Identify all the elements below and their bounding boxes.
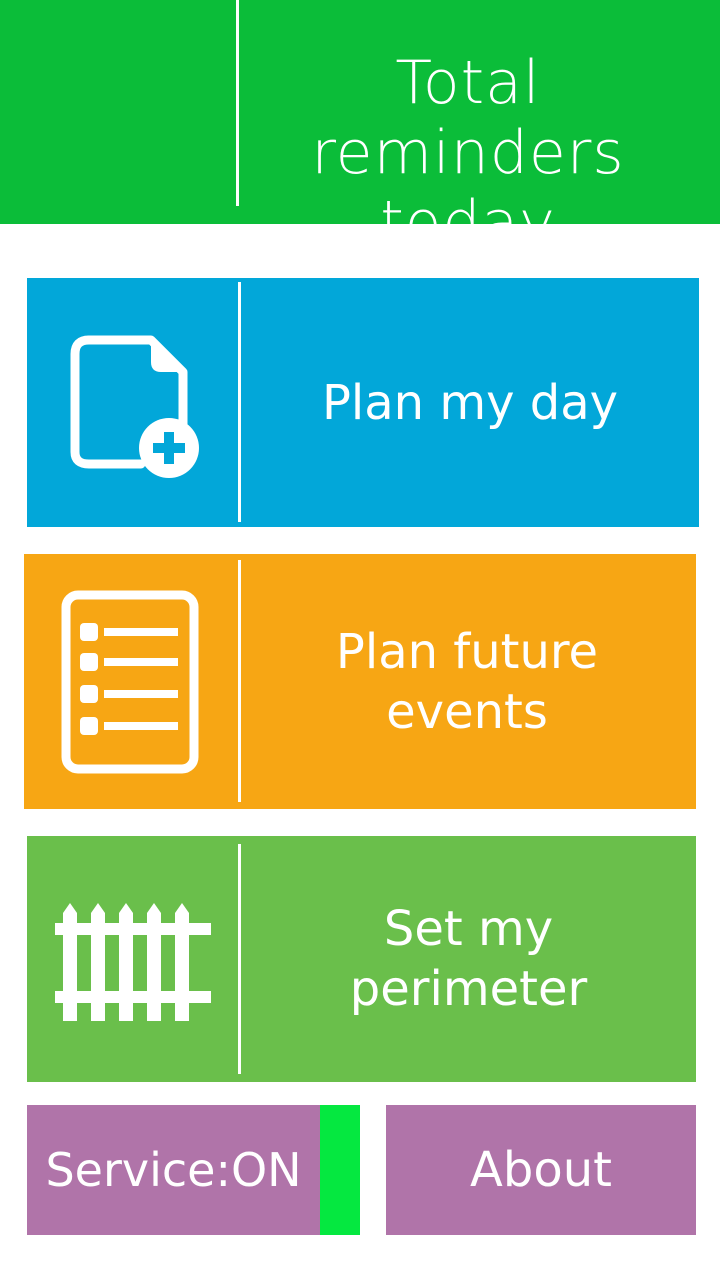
set-my-perimeter-button[interactable]: Set my perimeter [27,836,696,1082]
checklist-icon [24,554,236,809]
plan-my-day-button[interactable]: Plan my day [27,278,699,527]
header-panel: Total reminders today [0,0,720,258]
header-title: Total reminders today [311,48,625,258]
plan-future-events-button[interactable]: Plan future events [24,554,696,809]
service-status-label: Service:ON [45,1143,302,1197]
plan-my-day-label: Plan my day [321,374,619,431]
about-button[interactable]: About [386,1105,696,1235]
set-my-perimeter-label: Set my perimeter [349,901,588,1017]
plan-future-events-label: Plan future events [335,623,599,740]
new-file-icon [27,278,239,527]
reminder-count [0,40,236,190]
service-status-indicator [320,1105,360,1235]
header-divider [236,0,239,206]
main-screen: Total reminders today Plan my day Plan f… [0,0,720,1280]
fence-icon [27,836,239,1082]
service-toggle-button[interactable]: Service:ON [27,1105,360,1235]
